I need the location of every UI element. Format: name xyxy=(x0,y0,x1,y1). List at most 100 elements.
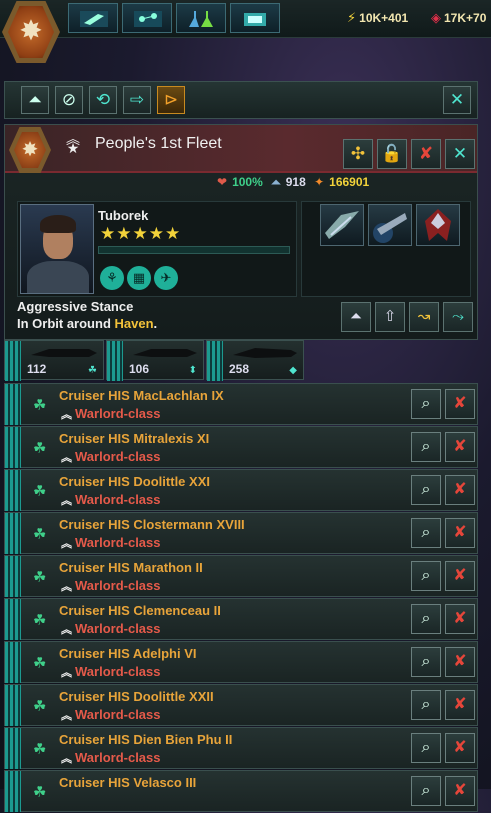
split-fleet-button[interactable]: ✣ xyxy=(343,139,373,169)
ship-designer-button[interactable] xyxy=(68,3,118,33)
influence-icon: ◈ xyxy=(431,10,441,25)
empire-emblem[interactable]: ✸ xyxy=(0,0,62,64)
galaxy-map-button[interactable] xyxy=(122,3,172,33)
ship-row[interactable]: ☘ Cruiser HIS Adelphi VI ︽ Warlord-class ⌕ ✘ xyxy=(4,641,478,683)
scrap-ship-button[interactable]: ✘ xyxy=(445,776,475,806)
composition-role-icon: ◆ xyxy=(289,365,297,376)
return-button[interactable]: ⟲ xyxy=(89,86,117,114)
fleet-panel: ✸ ︽ ★ People's 1st Fleet ✣ 🔓 ✘ ✕ ❤ 100% ⏶ 9… xyxy=(4,124,478,340)
titan-silhouette-icon xyxy=(233,348,297,358)
ship-row[interactable]: ☘ Cruiser HIS Mitralexis XI ︽ Warlord-class… xyxy=(4,426,478,468)
ship-role-icon: ☘ xyxy=(33,526,47,543)
ship-design-slot[interactable] xyxy=(368,204,412,246)
market-button[interactable] xyxy=(230,3,280,33)
ship-health-strip xyxy=(5,642,21,683)
ship-row[interactable]: ☘ Cruiser HIS Doolittle XXI ︽ Warlord-class… xyxy=(4,469,478,511)
fleet-power-icon: ✦ xyxy=(314,175,325,189)
energy-icon: ⚡ xyxy=(347,10,357,25)
scrap-ship-button[interactable]: ✘ xyxy=(445,389,475,419)
ship-row[interactable]: ☘ Cruiser HIS Doolittle XXII ︽ Warlord-clas… xyxy=(4,684,478,726)
scrap-ship-button[interactable]: ✘ xyxy=(445,518,475,548)
scrap-icon: ✘ xyxy=(453,438,467,455)
move-arrow-icon: ⇨ xyxy=(129,90,145,109)
ship-health-strip xyxy=(5,470,21,511)
ship-row[interactable]: ☘ Cruiser HIS Marathon II ︽ Warlord-class ⌕ ✘ xyxy=(4,555,478,597)
ship-health-strip xyxy=(5,384,21,425)
inspect-icon: ⌕ xyxy=(421,653,431,670)
ship-class: ︽ Warlord-class xyxy=(61,707,161,722)
scrap-ship-button[interactable]: ✘ xyxy=(445,475,475,505)
fleet-stats: ❤ 100% ⏶ 918 ✦ 166901 xyxy=(217,175,370,189)
fleet-ship-designs xyxy=(301,201,471,297)
composition-cruisers[interactable]: 112 ☘ xyxy=(4,340,104,381)
ship-row[interactable]: ☘ Cruiser HIS Velasco III ⌕ ✘ xyxy=(4,770,478,812)
research-button[interactable] xyxy=(176,3,226,33)
inspect-ship-button[interactable]: ⌕ xyxy=(411,604,441,634)
fleet-command-bar: ⏶ ⊘ ⟲ ⇨ ⊳ ✕ xyxy=(4,81,478,119)
ship-row[interactable]: ☘ Cruiser HIS Dien Bien Phu II ︽ Warlord-cl… xyxy=(4,727,478,769)
ship-list: ☘ Cruiser HIS MacLachlan IX ︽ Warlord-class… xyxy=(4,383,478,813)
close-fleet-button[interactable]: ✕ xyxy=(445,139,475,169)
promote-button[interactable]: ⇧ xyxy=(375,302,405,332)
inspect-ship-button[interactable]: ⌕ xyxy=(411,432,441,462)
inspect-ship-button[interactable]: ⌕ xyxy=(411,561,441,591)
inspect-icon: ⌕ xyxy=(421,438,431,455)
fleet-stance: Aggressive Stance xyxy=(17,299,134,314)
scrap-ship-button[interactable]: ✘ xyxy=(445,690,475,720)
planet-link[interactable]: Haven xyxy=(115,316,154,331)
disband-button[interactable]: ✘ xyxy=(411,139,441,169)
trait-icon[interactable]: ▦ xyxy=(127,266,151,290)
move-button[interactable]: ⇨ xyxy=(123,86,151,114)
ship-role-icon: ☘ xyxy=(33,655,47,672)
composition-titans[interactable]: 258 ◆ xyxy=(206,340,304,381)
admiral-portrait[interactable] xyxy=(20,204,94,294)
scrap-icon: ✘ xyxy=(453,696,467,713)
scrap-icon: ✘ xyxy=(453,782,467,799)
market-icon xyxy=(244,13,266,26)
fleet-name[interactable]: People's 1st Fleet xyxy=(95,135,222,153)
inspect-ship-button[interactable]: ⌕ xyxy=(411,733,441,763)
merge-fleet-button[interactable]: ⊳ xyxy=(157,86,185,114)
inspect-ship-button[interactable]: ⌕ xyxy=(411,389,441,419)
ship-row[interactable]: ☘ Cruiser HIS Clostermann XVIII ︽ Warlord-c… xyxy=(4,512,478,554)
ship-class: ︽ Warlord-class xyxy=(61,578,161,593)
evade-button[interactable]: ↝ xyxy=(409,302,439,332)
inspect-ship-button[interactable]: ⌕ xyxy=(411,690,441,720)
inspect-ship-button[interactable]: ⌕ xyxy=(411,475,441,505)
ship-design-slot[interactable] xyxy=(320,204,364,246)
lock-button[interactable]: 🔓 xyxy=(377,139,407,169)
ship-designer-icon xyxy=(80,11,108,27)
close-command-bar-button[interactable]: ✕ xyxy=(443,86,471,114)
ship-class: ︽ Warlord-class xyxy=(61,535,161,550)
redirect-icon: ⤳ xyxy=(451,308,464,325)
scrap-ship-button[interactable]: ✘ xyxy=(445,647,475,677)
trait-icon[interactable]: ⚘ xyxy=(100,266,124,290)
inspect-ship-button[interactable]: ⌕ xyxy=(411,518,441,548)
ship-health-strip xyxy=(5,599,21,640)
ship-design-slot[interactable] xyxy=(416,204,460,246)
scrap-ship-button[interactable]: ✘ xyxy=(445,604,475,634)
ship-row[interactable]: ☘ Cruiser HIS Clemenceau II ︽ Warlord-class… xyxy=(4,598,478,640)
scrap-ship-button[interactable]: ✘ xyxy=(445,733,475,763)
stop-button[interactable]: ⊘ xyxy=(55,86,83,114)
redirect-button[interactable]: ⤳ xyxy=(443,302,473,332)
inspect-icon: ⌕ xyxy=(421,481,431,498)
scrap-ship-button[interactable]: ✘ xyxy=(445,432,475,462)
ship-icon: ⏶ xyxy=(28,90,42,109)
galaxy-map-icon xyxy=(134,11,162,27)
scrap-icon: ✘ xyxy=(453,653,467,670)
fleet-stance-button[interactable]: ⏶ xyxy=(21,86,49,114)
rank-chevron-icon: ︽ xyxy=(61,753,72,765)
scrap-ship-button[interactable]: ✘ xyxy=(445,561,475,591)
rank-chevron-icon: ︽ xyxy=(61,710,72,722)
upgrade-fleet-button[interactable]: ⏶ xyxy=(341,302,371,332)
inspect-ship-button[interactable]: ⌕ xyxy=(411,647,441,677)
rank-chevron-icon: ︽ xyxy=(61,452,72,464)
inspect-ship-button[interactable]: ⌕ xyxy=(411,776,441,806)
composition-battleships[interactable]: 106 ⬍ xyxy=(106,340,204,381)
ship-row[interactable]: ☘ Cruiser HIS MacLachlan IX ︽ Warlord-class… xyxy=(4,383,478,425)
ship-role-icon: ☘ xyxy=(33,440,47,457)
trait-icon[interactable]: ✈ xyxy=(154,266,178,290)
ship-role-icon: ☘ xyxy=(33,483,47,500)
admiral-card[interactable]: Tuborek ★★★★★ ⚘ ▦ ✈ xyxy=(17,201,297,297)
